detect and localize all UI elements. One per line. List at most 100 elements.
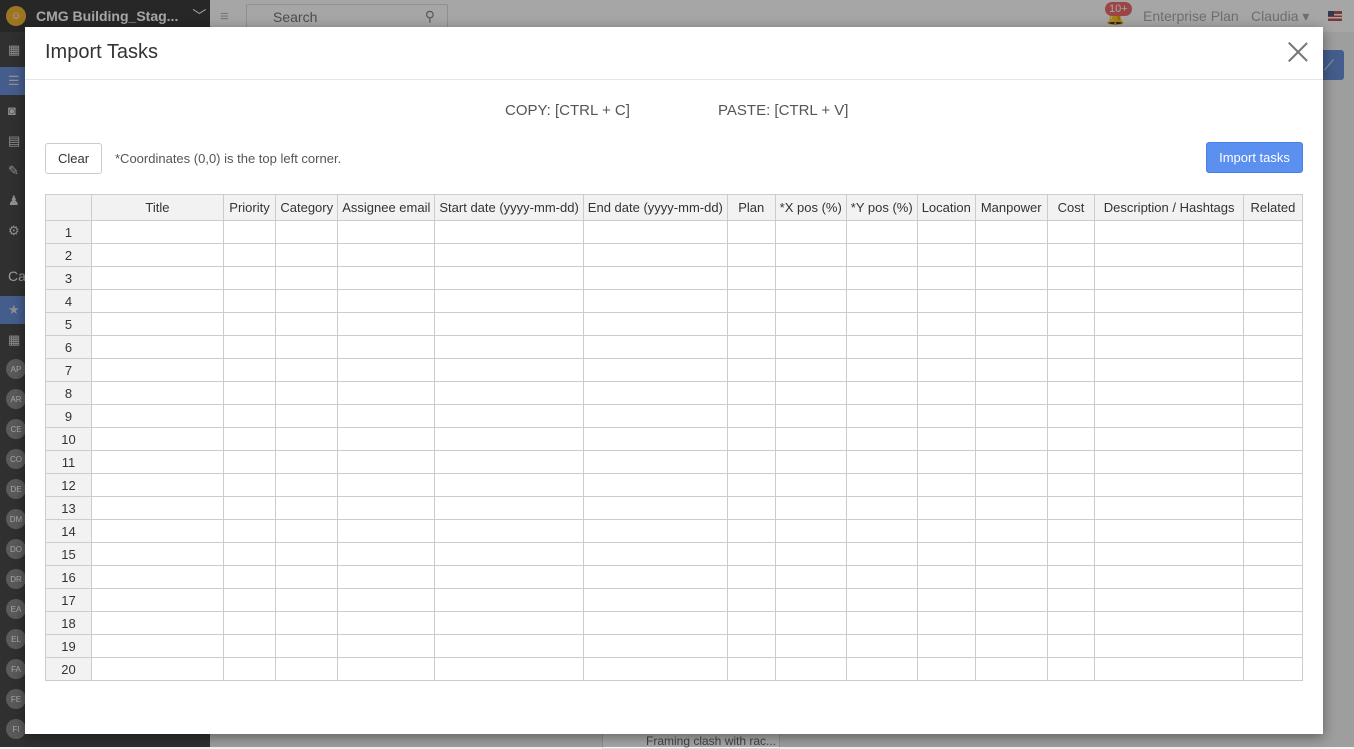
grid-cell[interactable]: [1046, 450, 1096, 474]
grid-cell[interactable]: [1046, 611, 1096, 635]
grid-cell[interactable]: [222, 427, 277, 451]
grid-cell[interactable]: [974, 519, 1048, 543]
grid-cell[interactable]: [845, 657, 918, 681]
grid-cell[interactable]: [91, 588, 224, 612]
row-number[interactable]: 8: [45, 381, 93, 405]
grid-cell[interactable]: [845, 542, 918, 566]
grid-cell[interactable]: [845, 473, 918, 497]
row-number[interactable]: 1: [45, 220, 93, 244]
grid-cell[interactable]: [582, 220, 728, 244]
row-number[interactable]: 20: [45, 657, 93, 681]
grid-corner-header[interactable]: [45, 194, 93, 221]
column-header[interactable]: Cost: [1046, 194, 1096, 221]
grid-cell[interactable]: [275, 312, 339, 336]
grid-cell[interactable]: [582, 289, 728, 313]
column-header[interactable]: Assignee email: [337, 194, 436, 221]
grid-cell[interactable]: [774, 542, 847, 566]
grid-cell[interactable]: [582, 243, 728, 267]
grid-cell[interactable]: [916, 243, 976, 267]
grid-cell[interactable]: [91, 243, 224, 267]
grid-cell[interactable]: [1046, 289, 1096, 313]
grid-cell[interactable]: [91, 565, 224, 589]
grid-cell[interactable]: [1242, 404, 1303, 428]
grid-cell[interactable]: [1046, 519, 1096, 543]
grid-cell[interactable]: [1094, 381, 1244, 405]
grid-cell[interactable]: [1094, 404, 1244, 428]
grid-cell[interactable]: [582, 450, 728, 474]
grid-cell[interactable]: [222, 542, 277, 566]
grid-cell[interactable]: [337, 634, 436, 658]
grid-cell[interactable]: [337, 519, 436, 543]
grid-cell[interactable]: [1046, 657, 1096, 681]
grid-cell[interactable]: [974, 266, 1048, 290]
grid-cell[interactable]: [916, 427, 976, 451]
grid-cell[interactable]: [222, 611, 277, 635]
grid-cell[interactable]: [434, 358, 584, 382]
grid-cell[interactable]: [582, 404, 728, 428]
column-header[interactable]: *X pos (%): [774, 194, 847, 221]
grid-cell[interactable]: [774, 519, 847, 543]
grid-cell[interactable]: [337, 565, 436, 589]
grid-cell[interactable]: [1242, 220, 1303, 244]
grid-cell[interactable]: [845, 220, 918, 244]
grid-cell[interactable]: [582, 588, 728, 612]
grid-cell[interactable]: [974, 335, 1048, 359]
grid-cell[interactable]: [582, 542, 728, 566]
grid-cell[interactable]: [91, 289, 224, 313]
grid-cell[interactable]: [91, 381, 224, 405]
grid-cell[interactable]: [434, 312, 584, 336]
grid-cell[interactable]: [337, 243, 436, 267]
grid-cell[interactable]: [974, 289, 1048, 313]
close-icon[interactable]: [1287, 41, 1309, 63]
grid-cell[interactable]: [726, 358, 776, 382]
grid-cell[interactable]: [222, 243, 277, 267]
grid-cell[interactable]: [774, 657, 847, 681]
grid-cell[interactable]: [91, 519, 224, 543]
grid-cell[interactable]: [774, 381, 847, 405]
grid-cell[interactable]: [845, 496, 918, 520]
grid-cell[interactable]: [434, 427, 584, 451]
grid-cell[interactable]: [1242, 496, 1303, 520]
grid-cell[interactable]: [726, 565, 776, 589]
grid-cell[interactable]: [1094, 358, 1244, 382]
import-tasks-button[interactable]: Import tasks: [1206, 142, 1303, 173]
grid-cell[interactable]: [916, 266, 976, 290]
column-header[interactable]: Manpower: [974, 194, 1048, 221]
grid-cell[interactable]: [1094, 496, 1244, 520]
grid-cell[interactable]: [275, 542, 339, 566]
row-number[interactable]: 15: [45, 542, 93, 566]
grid-cell[interactable]: [222, 473, 277, 497]
grid-cell[interactable]: [337, 496, 436, 520]
row-number[interactable]: 6: [45, 335, 93, 359]
grid-cell[interactable]: [275, 335, 339, 359]
column-header[interactable]: Title: [91, 194, 224, 221]
grid-cell[interactable]: [275, 404, 339, 428]
grid-cell[interactable]: [434, 657, 584, 681]
grid-cell[interactable]: [916, 358, 976, 382]
grid-cell[interactable]: [1242, 266, 1303, 290]
grid-cell[interactable]: [726, 243, 776, 267]
grid-cell[interactable]: [726, 611, 776, 635]
grid-cell[interactable]: [845, 289, 918, 313]
row-number[interactable]: 14: [45, 519, 93, 543]
grid-cell[interactable]: [582, 266, 728, 290]
grid-cell[interactable]: [845, 266, 918, 290]
grid-cell[interactable]: [275, 496, 339, 520]
grid-cell[interactable]: [222, 634, 277, 658]
column-header[interactable]: Priority: [222, 194, 277, 221]
grid-cell[interactable]: [434, 519, 584, 543]
grid-cell[interactable]: [916, 496, 976, 520]
grid-cell[interactable]: [91, 404, 224, 428]
grid-cell[interactable]: [275, 634, 339, 658]
grid-cell[interactable]: [582, 427, 728, 451]
grid-cell[interactable]: [974, 473, 1048, 497]
grid-cell[interactable]: [726, 542, 776, 566]
grid-cell[interactable]: [974, 358, 1048, 382]
grid-cell[interactable]: [91, 450, 224, 474]
row-number[interactable]: 17: [45, 588, 93, 612]
grid-cell[interactable]: [434, 243, 584, 267]
grid-cell[interactable]: [726, 427, 776, 451]
grid-cell[interactable]: [974, 220, 1048, 244]
grid-cell[interactable]: [1242, 427, 1303, 451]
grid-cell[interactable]: [434, 381, 584, 405]
